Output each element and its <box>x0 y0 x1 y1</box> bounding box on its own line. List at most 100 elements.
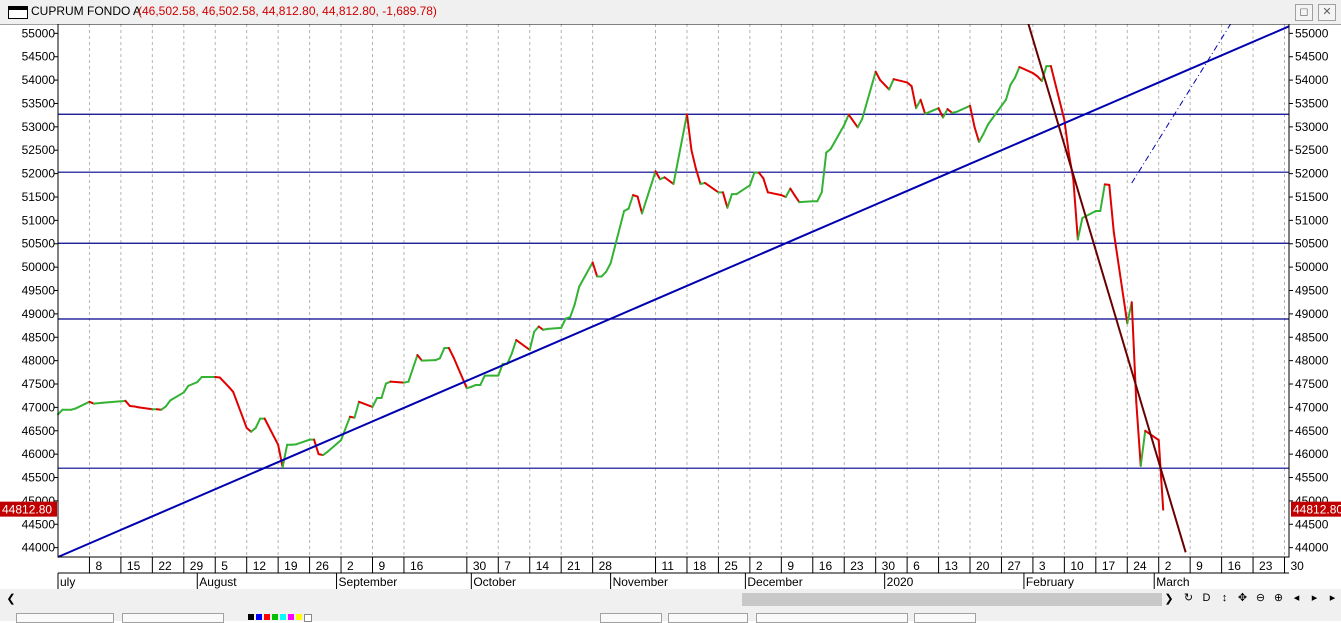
y-tick-label-left: 51500 <box>22 190 56 204</box>
vertical-move-icon[interactable]: ↕ <box>1218 591 1231 606</box>
x-month-label: February <box>1026 575 1074 589</box>
x-day-label: 9 <box>787 559 794 573</box>
x-day-label: 20 <box>976 559 990 573</box>
scroll-left-icon[interactable]: ❮ <box>4 592 18 607</box>
previous-icon[interactable]: ◂ <box>1290 591 1303 606</box>
x-day-label: 17 <box>1102 559 1116 573</box>
y-tick-label-left: 50000 <box>22 260 56 274</box>
status-box[interactable] <box>16 613 114 623</box>
x-day-label: 30 <box>1291 559 1305 573</box>
x-day-label: 22 <box>158 559 172 573</box>
status-box[interactable] <box>756 613 908 623</box>
horizontal-scrollbar[interactable]: ❮ ❯ <box>0 591 1180 608</box>
x-month-label: December <box>747 575 802 589</box>
y-tick-label-right: 52500 <box>1295 143 1329 157</box>
y-tick-label-right: 48500 <box>1295 330 1329 344</box>
status-box[interactable] <box>914 613 976 623</box>
x-month-label: September <box>339 575 398 589</box>
y-tick-label-right: 44500 <box>1295 517 1329 531</box>
color-swatch[interactable] <box>280 614 286 620</box>
y-tick-label-right: 51000 <box>1295 213 1329 227</box>
x-day-label: 14 <box>536 559 550 573</box>
window-title: CUPRUM FONDO A <box>31 4 141 18</box>
x-month-label: November <box>613 575 668 589</box>
x-day-label: 16 <box>410 559 424 573</box>
x-month-label: August <box>199 575 237 589</box>
status-strip <box>0 611 1341 621</box>
y-tick-label-left: 52000 <box>22 167 56 181</box>
close-icon[interactable]: ✕ <box>1318 4 1336 21</box>
x-day-label: 10 <box>1070 559 1084 573</box>
x-day-label: 29 <box>190 559 204 573</box>
y-tick-label-right: 46000 <box>1295 447 1329 461</box>
y-tick-label-right: 46500 <box>1295 424 1329 438</box>
more-icon[interactable]: ▸ <box>1326 591 1339 606</box>
bottom-toolbar: ❮ ❯ ↻ D ↕ ✥ ⊖ ⊕ ◂ ▸ ▸ <box>0 589 1341 621</box>
y-tick-label-right: 51500 <box>1295 190 1329 204</box>
zoom-out-icon[interactable]: ⊖ <box>1254 591 1267 606</box>
chart-tools: ↻ D ↕ ✥ ⊖ ⊕ ◂ ▸ ▸ <box>1182 591 1339 608</box>
y-tick-label-left: 53500 <box>22 96 56 110</box>
x-day-label: 21 <box>567 559 581 573</box>
color-swatch[interactable] <box>272 614 278 620</box>
draw-icon[interactable]: D <box>1200 591 1213 606</box>
y-tick-label-left: 46000 <box>22 447 56 461</box>
color-swatch[interactable] <box>248 614 254 620</box>
status-box[interactable] <box>122 613 224 623</box>
scrollbar-thumb[interactable] <box>742 593 1162 606</box>
window-titlebar: CUPRUM FONDO A (46,502.58, 46,502.58, 44… <box>0 0 1341 25</box>
x-day-label: 2 <box>1165 559 1172 573</box>
price-segment <box>103 401 121 402</box>
y-tick-label-right: 49000 <box>1295 307 1329 321</box>
scroll-right-icon[interactable]: ❯ <box>1162 592 1176 607</box>
x-day-label: 3 <box>1039 559 1046 573</box>
status-box[interactable] <box>600 613 662 623</box>
y-tick-label-left: 46500 <box>22 424 56 438</box>
x-day-label: 6 <box>913 559 920 573</box>
color-swatch[interactable] <box>288 614 294 620</box>
y-tick-label-left: 55000 <box>22 26 56 40</box>
x-month-label: uly <box>60 575 75 589</box>
x-day-label: 28 <box>599 559 613 573</box>
color-swatch[interactable] <box>296 614 302 620</box>
x-day-label: 27 <box>1007 559 1021 573</box>
restore-icon[interactable]: ◻ <box>1295 4 1313 21</box>
y-tick-label-left: 44000 <box>22 541 56 555</box>
y-tick-label-right: 52000 <box>1295 167 1329 181</box>
y-tick-label-left: 50500 <box>22 237 56 251</box>
status-box[interactable] <box>668 613 748 623</box>
y-tick-label-right: 53000 <box>1295 120 1329 134</box>
x-day-label: 5 <box>221 559 228 573</box>
y-tick-label-right: 47000 <box>1295 400 1329 414</box>
zoom-in-icon[interactable]: ⊕ <box>1272 591 1285 606</box>
y-tick-label-left: 54500 <box>22 50 56 64</box>
price-segment <box>548 328 561 329</box>
x-month-label: 2020 <box>887 575 914 589</box>
y-tick-label-right: 47500 <box>1295 377 1329 391</box>
y-tick-label-left: 48500 <box>22 330 56 344</box>
next-icon[interactable]: ▸ <box>1308 591 1321 606</box>
x-day-label: 23 <box>1259 559 1273 573</box>
x-day-label: 26 <box>316 559 330 573</box>
move-icon[interactable]: ✥ <box>1236 591 1249 606</box>
x-day-label: 12 <box>253 559 267 573</box>
y-tick-label-right: 50500 <box>1295 237 1329 251</box>
window-values: (46,502.58, 46,502.58, 44,812.80, 44,812… <box>138 4 437 18</box>
refresh-icon[interactable]: ↻ <box>1182 591 1195 606</box>
x-day-label: 11 <box>662 559 675 573</box>
price-segment <box>799 201 812 202</box>
x-day-label: 18 <box>693 559 707 573</box>
last-price-label-left: 44812.80 <box>2 503 52 517</box>
x-month-label: October <box>473 575 516 589</box>
y-tick-label-right: 50000 <box>1295 260 1329 274</box>
y-tick-label-left: 51000 <box>22 213 56 227</box>
color-swatch[interactable] <box>256 614 262 620</box>
x-day-label: 13 <box>945 559 959 573</box>
last-price-label-right: 44812.80 <box>1293 503 1341 517</box>
x-day-label: 25 <box>724 559 738 573</box>
price-segment <box>390 382 403 383</box>
y-tick-label-left: 49500 <box>22 284 56 298</box>
y-tick-label-right: 48000 <box>1295 354 1329 368</box>
color-swatch[interactable] <box>264 614 270 620</box>
y-tick-label-right: 55000 <box>1295 26 1329 40</box>
